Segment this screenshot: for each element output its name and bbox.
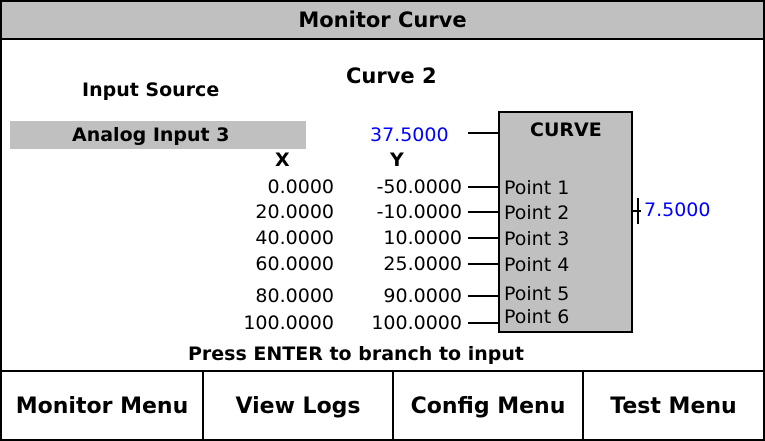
point-2-label: Point 2 <box>504 202 570 224</box>
monitor-menu-button[interactable]: Monitor Menu <box>2 372 204 441</box>
curve-block-label: CURVE <box>530 119 602 141</box>
test-menu-button[interactable]: Test Menu <box>584 372 763 441</box>
point-5-label: Point 5 <box>504 283 570 305</box>
curve-input-value: 37.5000 <box>370 124 449 146</box>
point-6-y: 100.0000 <box>371 312 462 334</box>
point-6-label: Point 6 <box>504 306 570 328</box>
point-3-y: 10.0000 <box>383 227 462 249</box>
input-source-label: Input Source <box>82 79 220 101</box>
point-4-x: 60.0000 <box>255 253 334 275</box>
output-wire <box>633 210 641 212</box>
point-4-label: Point 4 <box>504 254 570 276</box>
point-3-x: 40.0000 <box>255 227 334 249</box>
point-1-wire <box>468 186 498 188</box>
view-logs-button[interactable]: View Logs <box>204 372 394 441</box>
curve-output-value: 7.5000 <box>644 199 711 221</box>
point-2-x: 20.0000 <box>255 201 334 223</box>
x-column-header: X <box>275 149 290 171</box>
screen-title: Monitor Curve <box>298 8 467 32</box>
point-3-wire <box>468 237 498 239</box>
point-4-y: 25.0000 <box>383 253 462 275</box>
point-5-x: 80.0000 <box>255 285 334 307</box>
point-2-y: -10.0000 <box>376 201 462 223</box>
point-6-wire <box>468 322 498 324</box>
y-column-header: Y <box>390 149 404 171</box>
point-5-y: 90.0000 <box>383 285 462 307</box>
curve-name: Curve 2 <box>346 64 437 88</box>
point-1-label: Point 1 <box>504 177 570 199</box>
input-wire <box>468 132 498 134</box>
input-source-value[interactable]: Analog Input 3 <box>72 124 229 146</box>
title-bar: Monitor Curve <box>2 2 763 40</box>
point-1-y: -50.0000 <box>376 176 462 198</box>
curve-block[interactable]: CURVE Point 1 Point 2 Point 3 Point 4 Po… <box>498 111 633 333</box>
point-4-wire <box>468 263 498 265</box>
point-6-x: 100.0000 <box>243 312 334 334</box>
point-1-x: 0.0000 <box>267 176 334 198</box>
hint-text: Press ENTER to branch to input <box>188 343 524 365</box>
monitor-curve-screen: Monitor Curve Curve 2 Input Source Analo… <box>0 0 765 441</box>
config-menu-button[interactable]: Config Menu <box>394 372 584 441</box>
point-3-label: Point 3 <box>504 228 570 250</box>
point-5-wire <box>468 295 498 297</box>
point-2-wire <box>468 211 498 213</box>
